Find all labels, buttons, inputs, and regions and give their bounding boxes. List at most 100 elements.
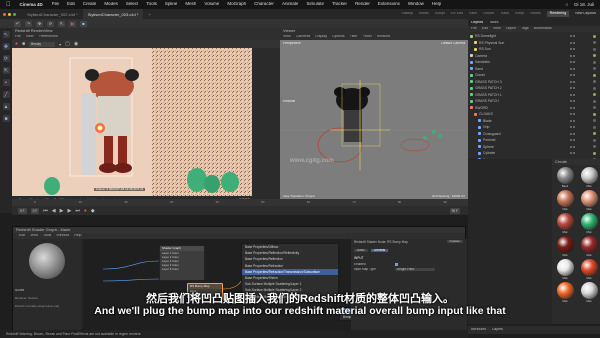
move-icon[interactable]: ✥ [36, 20, 43, 27]
menu-item[interactable]: Edit [19, 234, 25, 238]
menu-item[interactable]: Volume [204, 2, 219, 7]
visibility-toggles[interactable] [570, 152, 591, 155]
layout-groom[interactable]: Groom [483, 12, 494, 16]
material-tag-icon[interactable] [593, 106, 596, 110]
cube-icon[interactable]: ■ [80, 20, 87, 27]
visibility-toggles[interactable] [570, 139, 591, 142]
polygons-mode-icon[interactable]: ▲ [2, 103, 10, 110]
menu-item[interactable]: File [15, 35, 21, 39]
redo-icon[interactable]: ↷ [25, 20, 32, 27]
type-dropdown[interactable]: Height Field [395, 267, 435, 272]
visibility-toggles[interactable] [570, 100, 591, 103]
menu-item[interactable]: File [52, 2, 59, 7]
menu-item[interactable]: Tags [521, 27, 529, 31]
viewport[interactable]: Perspective Redshift Default Camera www.… [280, 40, 468, 200]
menu-item[interactable]: View [30, 234, 38, 238]
tab-objects[interactable]: Objects [471, 21, 483, 25]
visibility-toggles[interactable] [570, 74, 591, 77]
menu-item[interactable]: Panel [363, 35, 372, 39]
menu-item[interactable]: Edit [482, 27, 488, 31]
aov-dropdown[interactable]: Beauty [29, 41, 56, 47]
material-tag-icon[interactable] [593, 41, 596, 45]
visibility-toggles[interactable] [570, 48, 591, 51]
visibility-toggles[interactable] [570, 35, 591, 38]
material-swatch[interactable]: Mat [578, 236, 600, 257]
layout-track[interactable]: Track [500, 12, 509, 16]
render-image[interactable] [12, 48, 252, 196]
layout-sculpt[interactable]: Sculpt [435, 12, 445, 16]
material-tag-icon[interactable] [593, 138, 596, 142]
play-icon[interactable]: ▶ [60, 208, 64, 214]
menu-item[interactable]: Tools [146, 2, 157, 7]
layout-rendering[interactable]: Rendering [546, 11, 570, 17]
menu-item[interactable]: Extensions [378, 2, 400, 7]
tab-general[interactable]: General [370, 249, 389, 253]
material-tag-icon[interactable] [593, 132, 596, 136]
menu-item[interactable]: View [283, 35, 291, 39]
menu-item[interactable]: Help [432, 2, 441, 7]
material-swatch[interactable]: Mat [578, 259, 600, 280]
material-swatch[interactable]: Mat [554, 236, 576, 257]
menu-item[interactable]: Tracker [332, 2, 347, 7]
key-icon[interactable]: ◆ [91, 208, 95, 214]
material-tag-icon[interactable] [593, 119, 596, 123]
tab-basic[interactable]: Basic [354, 249, 368, 253]
menu-item[interactable]: Object [506, 27, 516, 31]
tab-takes[interactable]: Takes [489, 21, 498, 25]
material-tag-icon[interactable] [593, 112, 596, 116]
visibility-toggles[interactable] [570, 145, 591, 148]
layout-uv-edit[interactable]: UV Edit [451, 12, 463, 16]
first-frame-icon[interactable]: ⏮ [43, 208, 48, 214]
visibility-toggles[interactable] [570, 93, 591, 96]
node-port[interactable]: Layer 5 Color [160, 267, 204, 271]
apple-icon[interactable]:  [6, 2, 11, 8]
visibility-toggles[interactable] [570, 41, 591, 44]
material-tag-icon[interactable] [593, 86, 596, 90]
visibility-toggles[interactable] [570, 54, 591, 57]
material-tag-icon[interactable] [593, 125, 596, 129]
material-tag-icon[interactable] [593, 73, 596, 77]
visibility-toggles[interactable] [570, 132, 591, 135]
material-swatch[interactable]: Mat [578, 190, 600, 211]
region-icon[interactable]: ▢ [65, 41, 70, 47]
move-tool-icon[interactable]: ✥ [2, 43, 10, 50]
material-tag-icon[interactable] [593, 67, 596, 71]
visibility-toggles[interactable] [570, 106, 591, 109]
menu-item[interactable]: Redshift [377, 35, 390, 39]
rotate-icon[interactable]: ⟳ [47, 20, 54, 27]
visibility-toggles[interactable] [570, 119, 591, 122]
document-tab[interactable]: + [143, 9, 155, 19]
scale-tool-icon[interactable]: ⇱ [2, 67, 10, 74]
menu-item[interactable]: Help [74, 234, 81, 238]
close-icon[interactable] [3, 12, 6, 16]
prev-frame-icon[interactable]: ◀ [52, 208, 56, 214]
next-frame-icon[interactable]: ▶ [67, 208, 71, 214]
visibility-toggles[interactable] [570, 67, 591, 70]
menu-item[interactable]: Select [126, 2, 139, 7]
menu-item[interactable]: View [493, 27, 501, 31]
menu-item[interactable]: Simulate [306, 2, 324, 7]
material-tag-icon[interactable] [593, 93, 596, 97]
timeline-ruler[interactable]: 0 10 20 30 40 50 60 70 80 90 [12, 199, 468, 206]
menu-item[interactable]: Bookmarks [534, 27, 552, 31]
menu-item[interactable]: Preferences [39, 35, 58, 39]
material-tag-icon[interactable] [593, 80, 596, 84]
maximize-icon[interactable] [13, 12, 16, 16]
clock[interactable]: Di 18. Juli [574, 2, 594, 7]
menu-item[interactable]: Window [408, 2, 424, 7]
material-tag-icon[interactable] [593, 34, 596, 38]
visibility-toggles[interactable] [570, 113, 591, 116]
menu-item[interactable]: MoGraph [227, 2, 246, 7]
record-icon[interactable]: ● [84, 208, 87, 214]
document-tab[interactable]: StylisedCharacter_002.c4d * [22, 9, 83, 19]
menu-item[interactable]: Animate [282, 2, 299, 7]
shader-graph-node[interactable]: Shader Graph Layer 1 Color Layer 2 Color… [159, 245, 205, 281]
material-swatch[interactable]: Back [554, 167, 576, 188]
last-frame-icon[interactable]: ⏭ [75, 208, 80, 214]
play-render-icon[interactable]: ● [15, 41, 18, 47]
menu-item[interactable]: Render [355, 2, 370, 7]
menu-item[interactable]: Character [254, 2, 274, 7]
visibility-toggles[interactable] [570, 87, 591, 90]
material-swatch[interactable]: Mat [554, 259, 576, 280]
rotate-tool-icon[interactable]: ⟳ [2, 55, 10, 62]
